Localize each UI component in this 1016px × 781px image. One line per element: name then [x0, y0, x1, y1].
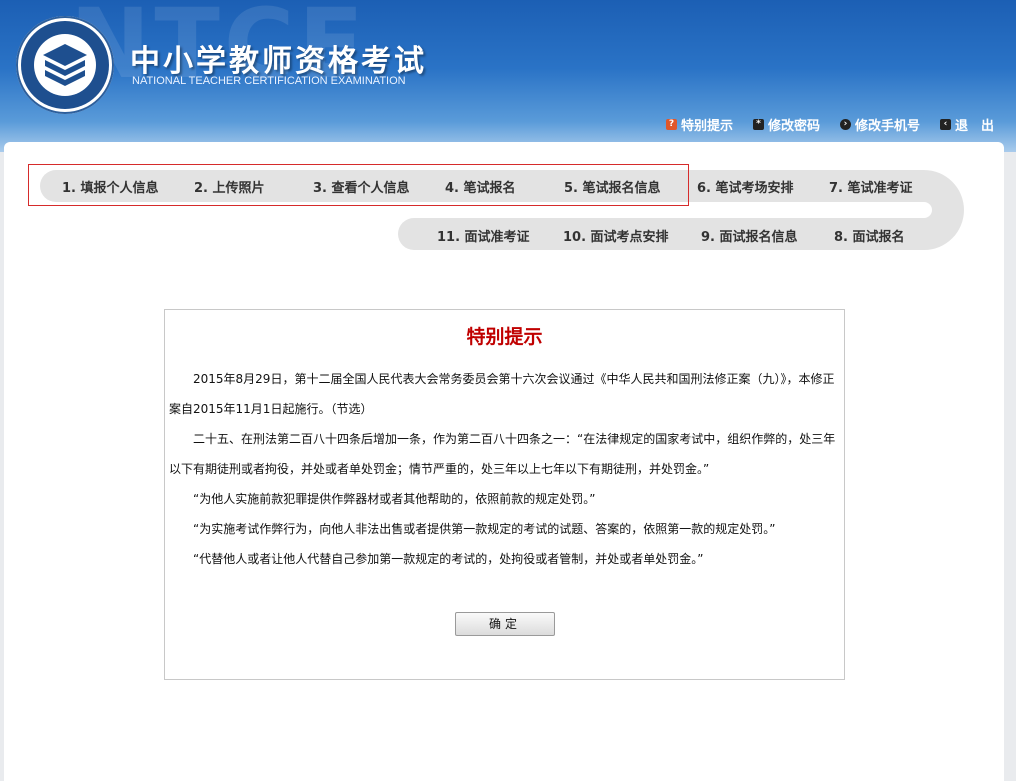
change-phone-label: 修改手机号 [854, 119, 920, 134]
notice-paragraph: “代替他人或者让他人代替自己参加第一款规定的考试的，处拘役或者管制，并处或者单处… [193, 552, 704, 566]
book-emblem-icon [43, 44, 87, 86]
change-password-label: 修改密码 [767, 119, 820, 134]
password-icon: * [752, 119, 764, 130]
step-10-interview-site-arrangement[interactable]: 10. 面试考点安排 [563, 226, 669, 245]
logout-link[interactable]: ‹ 退 出 [939, 115, 994, 134]
top-links: ? 特别提示 * 修改密码 › 修改手机号 ‹ 退 出 [665, 115, 994, 134]
special-notice-dialog: 特别提示 2015年8月29日，第十二届全国人民代表大会常务委员会第十六次会议通… [164, 309, 845, 680]
step-6-written-room-arrangement[interactable]: 6. 笔试考场安排 [697, 177, 794, 196]
site-title: 中小学教师资格考试 [130, 44, 427, 79]
special-notice-link[interactable]: ? 特别提示 [665, 115, 733, 134]
step-7-written-admission-ticket[interactable]: 7. 笔试准考证 [829, 177, 913, 196]
special-notice-label: 特别提示 [680, 119, 733, 134]
logout-label: 退 出 [954, 119, 994, 134]
notice-paragraph: 2015年8月29日，第十二届全国人民代表大会常务委员会第十六次会议通过《中华人… [169, 372, 835, 416]
help-icon: ? [665, 119, 677, 130]
confirm-button[interactable]: 确定 [455, 612, 555, 636]
notice-paragraph: 二十五、在刑法第二百八十四条后增加一条，作为第二百八十四条之一：“在法律规定的国… [169, 432, 836, 476]
notice-body: 2015年8月29日，第十二届全国人民代表大会常务委员会第十六次会议通过《中华人… [169, 364, 838, 574]
notice-title: 特别提示 [466, 326, 543, 348]
notice-paragraph: “为实施考试作弊行为，向他人非法出售或者提供第一款规定的考试的试题、答案的，依照… [193, 522, 776, 536]
ntce-logo [16, 16, 114, 114]
notice-paragraph: “为他人实施前款犯罪提供作弊器材或者其他帮助的，依照前款的规定处罚。” [193, 492, 596, 506]
exit-icon: ‹ [939, 119, 951, 130]
step-8-interview-registration[interactable]: 8. 面试报名 [834, 226, 905, 245]
site-subtitle: NATIONAL TEACHER CERTIFICATION EXAMINATI… [132, 75, 406, 87]
change-phone-link[interactable]: › 修改手机号 [839, 115, 920, 134]
step-11-interview-admission-ticket[interactable]: 11. 面试准考证 [437, 226, 530, 245]
change-password-link[interactable]: * 修改密码 [752, 115, 820, 134]
site-header: NTCE 中小学教师资格考试 NATIONAL TEACHER CERTIFIC… [0, 0, 1016, 152]
step-9-interview-registration-info[interactable]: 9. 面试报名信息 [701, 226, 798, 245]
phone-icon: › [839, 119, 851, 130]
steps-highlight-box [28, 164, 689, 206]
